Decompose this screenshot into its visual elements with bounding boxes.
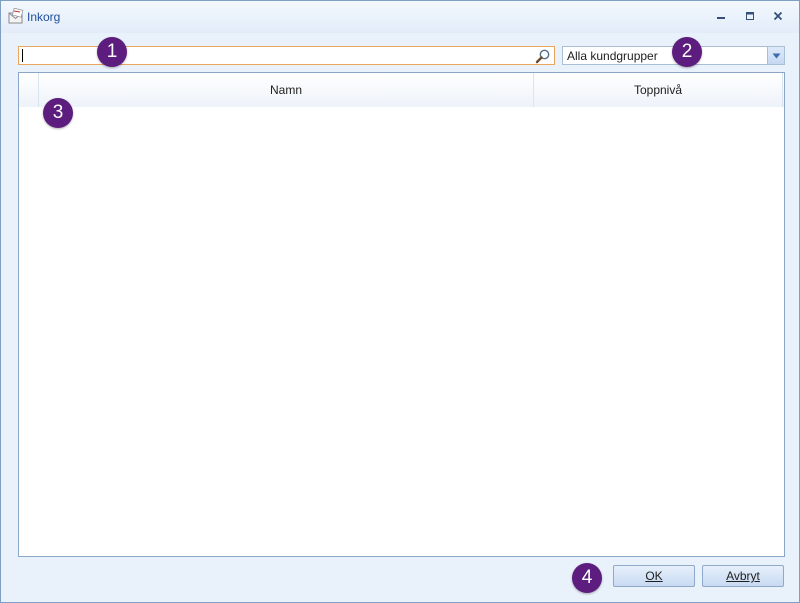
chevron-down-icon: [772, 53, 780, 58]
close-button[interactable]: [767, 6, 789, 26]
customer-grid[interactable]: Namn Toppnivå: [18, 72, 785, 557]
search-icon[interactable]: [535, 48, 551, 64]
callout-badge-4: 4: [572, 563, 602, 593]
inbox-envelope-icon: [8, 8, 24, 24]
grid-header: Namn Toppnivå: [19, 73, 784, 107]
dialog-window: Inkorg Alla kundgrupper Namn Toppnivå OK…: [0, 0, 800, 603]
minimize-icon: [717, 17, 725, 19]
column-header-label: Namn: [269, 83, 302, 97]
callout-badge-1: 1: [97, 37, 127, 67]
row-indicator-header: [19, 73, 39, 107]
restore-icon: [746, 12, 754, 20]
minimize-button[interactable]: [710, 6, 732, 26]
window-title: Inkorg: [27, 10, 61, 24]
text-caret: [22, 49, 23, 62]
restore-button[interactable]: [739, 6, 761, 26]
callout-badge-3: 3: [43, 98, 73, 128]
close-icon: [773, 11, 783, 21]
dropdown-button[interactable]: [767, 47, 784, 64]
column-header-label: Toppnivå: [633, 83, 683, 97]
column-header-namn[interactable]: Namn: [39, 73, 534, 107]
cancel-button[interactable]: Avbryt: [702, 565, 784, 587]
customer-group-selected: Alla kundgrupper: [567, 49, 658, 63]
callout-badge-2: 2: [672, 37, 702, 67]
column-header-toppniva[interactable]: Toppnivå: [534, 73, 783, 107]
ok-button[interactable]: OK: [613, 565, 695, 587]
title-bar[interactable]: Inkorg: [1, 1, 799, 33]
